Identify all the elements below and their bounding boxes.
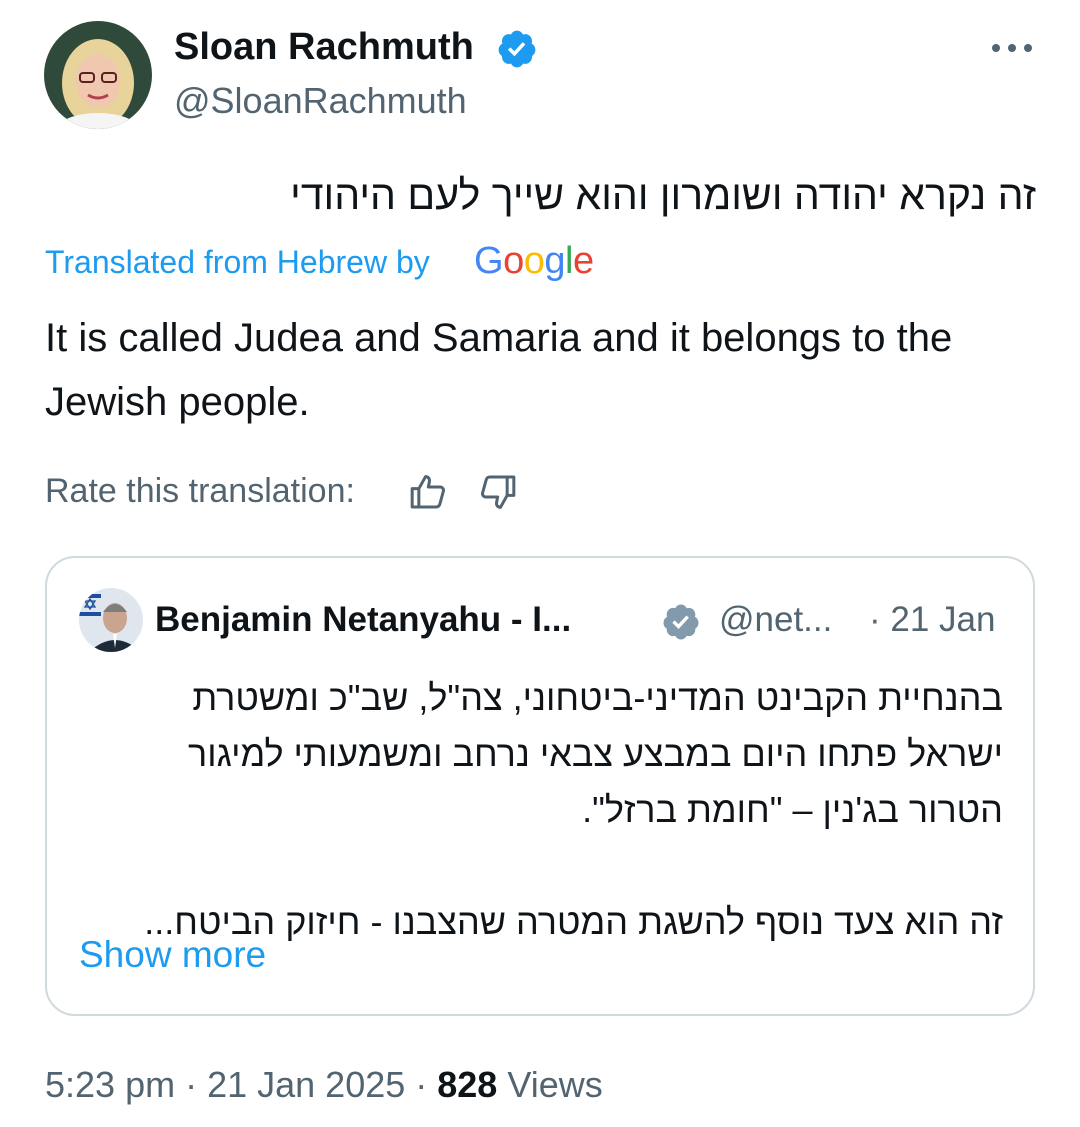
post-original-text: זה נקרא יהודה ושומרון והוא שייך לעם היהו…	[290, 172, 1036, 218]
quoted-post-date[interactable]: · 21 Jan	[869, 600, 995, 640]
more-horizontal-icon[interactable]	[988, 30, 1036, 66]
thumbs-down-icon[interactable]	[478, 472, 518, 512]
quoted-author-name[interactable]: Benjamin Netanyahu - I...	[155, 600, 571, 640]
quoted-author-avatar[interactable]	[79, 588, 143, 652]
quoted-post-text: בהנחיית הקבינט המדיני-ביטחוני, צה"ל, שב"…	[79, 670, 1003, 950]
translated-from-link[interactable]: Translated from Hebrew by	[45, 244, 430, 281]
quoted-text-line: בהנחיית הקבינט המדיני-ביטחוני, צה"ל, שב"…	[192, 677, 1003, 718]
verified-badge-icon	[496, 28, 538, 70]
views-label: Views	[497, 1064, 603, 1105]
google-logo: Google	[474, 240, 594, 282]
post-translation-text: It is called Judea and Samaria and it be…	[45, 316, 953, 424]
quoted-text-line: הטרור בג'נין – "חומת ברזל".	[582, 789, 1003, 830]
quoted-post-card[interactable]: Benjamin Netanyahu - I... @net... · 21 J…	[45, 556, 1035, 1016]
author-name[interactable]: Sloan Rachmuth	[174, 26, 474, 69]
quoted-text-line: ישראל פתחו היום במבצע צבאי נרחב ומשמעותי…	[188, 733, 1003, 774]
post-time[interactable]: 5:23 pm	[45, 1064, 175, 1105]
author-avatar[interactable]	[44, 21, 152, 129]
rate-translation-label: Rate this translation:	[45, 472, 355, 510]
post-date[interactable]: 21 Jan 2025	[207, 1064, 405, 1105]
views-count: 828	[437, 1064, 498, 1105]
meta-separator: ·	[175, 1064, 208, 1105]
quoted-author-handle[interactable]: @net...	[719, 600, 832, 640]
government-verified-badge-icon	[661, 602, 701, 642]
meta-separator: ·	[405, 1064, 438, 1105]
show-more-link[interactable]: Show more	[79, 934, 266, 976]
post-meta: 5:23 pm · 21 Jan 2025 · 828 Views	[45, 1064, 603, 1106]
thumbs-up-icon[interactable]	[408, 472, 448, 512]
author-handle[interactable]: @SloanRachmuth	[174, 80, 467, 122]
